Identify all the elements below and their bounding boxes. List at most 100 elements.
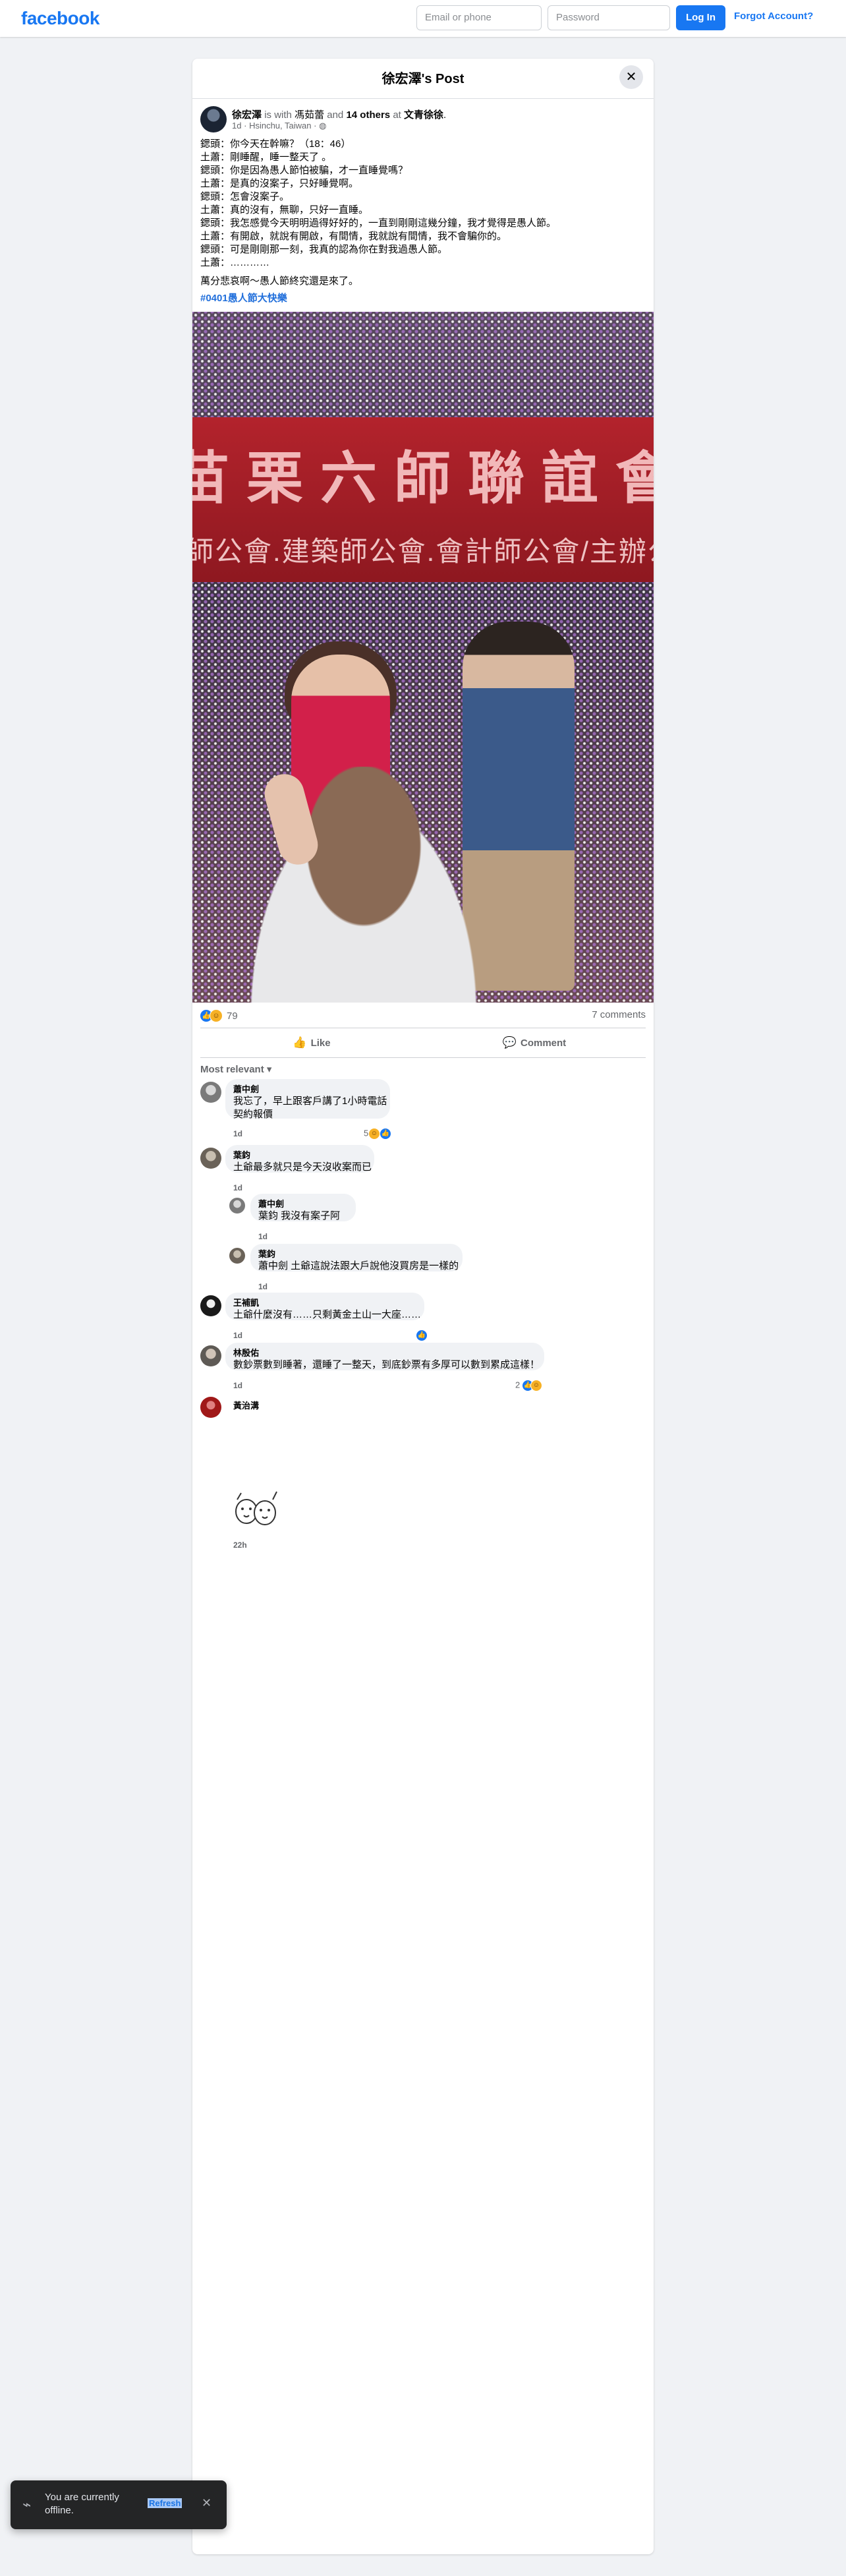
reply-bubble: 蕭中劍 葉鈞 我沒有案子阿	[250, 1194, 356, 1221]
comment-button[interactable]: 💬 Comment	[423, 1028, 646, 1057]
post-line: 鍶頭：你今天在幹嘛？（18：46）	[200, 138, 351, 150]
globe-icon: ◍	[319, 121, 327, 131]
action-bar: 👍 Like 💬 Comment	[200, 1028, 646, 1058]
refresh-button[interactable]: Refresh	[148, 2498, 183, 2508]
photo-banner: 苗栗六師聯誼會 師公會.建築師公會.會計師公會/主辦公會:苗	[192, 417, 654, 582]
comment-text: 我忘了，早上跟客戶講了1小時電話	[233, 1096, 387, 1107]
comment-count[interactable]: 7 comments	[592, 1009, 646, 1020]
comment-reactions[interactable]: 👍	[416, 1330, 427, 1341]
post-line: 鍶頭：你是因為愚人節怕被騙，才一直睡覺嗎？	[200, 165, 409, 176]
comment-text: 數鈔票數到睡著，還睡了一整天，到底鈔票有多厚可以數到累成這樣！	[233, 1359, 540, 1370]
like-reaction-icon: 👍	[416, 1330, 427, 1341]
comment-bubble: 林殷佑 數鈔票數到睡著，還睡了一整天，到底鈔票有多厚可以數到累成這樣！	[225, 1343, 544, 1370]
post-header: 徐宏澤's Post ✕	[192, 59, 654, 99]
post-photo[interactable]: 苗栗六師聯誼會 師公會.建築師公會.會計師公會/主辦公會:苗	[192, 312, 654, 1003]
offline-toast: ⌁ You are currently offline. Refresh ✕	[11, 2480, 227, 2529]
offline-wifi-icon: ⌁	[22, 2496, 32, 2513]
haha-reaction-icon: ☺	[210, 1009, 223, 1022]
chevron-down-icon: ▾	[266, 1064, 272, 1075]
comment-author[interactable]: 葉鈞	[258, 1249, 455, 1260]
post-line: 土蕭：有開啟，就說有開啟，有間情，我就說有間情，我不會騙你的。	[200, 231, 507, 242]
comment-reactions[interactable]: 2 👍 ☺	[515, 1380, 542, 1391]
reaction-count: 79	[227, 1010, 238, 1022]
is-with-text: is with	[264, 109, 292, 121]
comment-reaction-count: 2	[515, 1380, 521, 1390]
comment-text: 契約報價	[233, 1109, 273, 1120]
email-input[interactable]: Email or phone	[416, 5, 542, 30]
comment-time[interactable]: 22h	[233, 1540, 247, 1550]
top-bar: facebook Email or phone Password Log In …	[0, 0, 846, 37]
period-text: .	[443, 109, 447, 121]
others-link[interactable]: 14 others	[346, 109, 390, 121]
like-button[interactable]: 👍 Like	[200, 1028, 423, 1057]
comment-author[interactable]: 蕭中劍	[233, 1084, 382, 1095]
comment-author[interactable]: 蕭中劍	[258, 1199, 348, 1210]
comment-text: 蕭中劍 土爺這說法跟大戶說他沒買房是一樣的	[258, 1260, 459, 1272]
password-input[interactable]: Password	[548, 5, 670, 30]
post-time[interactable]: 1d	[232, 121, 241, 131]
post-line: 鍶頭：可是剛剛那一刻，我真的認為你在對我過愚人節。	[200, 244, 448, 255]
comment-time[interactable]: 1d	[233, 1331, 242, 1340]
meta-dot: ·	[314, 121, 317, 131]
avatar[interactable]	[200, 1082, 221, 1103]
comment-author[interactable]: 王補凱	[233, 1298, 416, 1308]
tagged-person[interactable]: 馮茹蕾	[295, 109, 324, 121]
post-line: 土蕭：真的沒有，無聊，只好一直睡。	[200, 204, 369, 216]
comment-time[interactable]: 1d	[233, 1183, 242, 1192]
comment-bubble: 王補凱 土爺什麼沒有……只剩黃金土山一大座……	[225, 1293, 424, 1320]
comment-author[interactable]: 葉鈞	[233, 1150, 366, 1161]
like-label: Like	[310, 1038, 331, 1049]
avatar[interactable]	[229, 1248, 245, 1264]
offline-message: You are currently offline.	[45, 2492, 119, 2516]
comment-time[interactable]: 1d	[233, 1381, 242, 1390]
sticker-icon[interactable]	[231, 1486, 282, 1533]
comment-text: 葉鈞 我沒有案子阿	[258, 1210, 341, 1221]
comment-bubble: 葉鈞 土爺最多就只是今天沒收案而已	[225, 1145, 374, 1173]
avatar[interactable]	[229, 1198, 245, 1214]
login-button[interactable]: Log In	[676, 5, 725, 30]
sort-label: Most relevant	[200, 1064, 264, 1075]
comment-text: 土爺最多就只是今天沒收案而已	[233, 1161, 372, 1173]
post-card: 徐宏澤's Post ✕ 徐宏澤 is with 馮茹蕾 and 14 othe…	[192, 59, 654, 2554]
author-name[interactable]: 徐宏澤	[232, 109, 262, 121]
place-link[interactable]: 文青徐徐	[404, 109, 443, 121]
avatar[interactable]	[200, 1397, 221, 1418]
meta-dot: ·	[244, 121, 247, 131]
comment-time[interactable]: 1d	[258, 1282, 268, 1291]
post-line	[200, 270, 642, 275]
comment-author[interactable]: 黃治溝	[233, 1401, 259, 1411]
comment-text: 土爺什麼沒有……只剩黃金土山一大座……	[233, 1309, 422, 1320]
forgot-account-link[interactable]: Forgot Account?	[734, 11, 813, 22]
speech-bubble-icon: 💬	[502, 1036, 517, 1049]
comment-time[interactable]: 1d	[233, 1129, 242, 1138]
post-location[interactable]: Hsinchu, Taiwan	[249, 121, 311, 131]
comment-sort-dropdown[interactable]: Most relevant ▾	[200, 1063, 271, 1075]
reply-bubble: 葉鈞 蕭中劍 土爺這說法跟大戶說他沒買房是一樣的	[250, 1244, 463, 1272]
banner-text: 苗栗六師聯誼會	[192, 447, 654, 510]
close-icon[interactable]: ✕	[619, 65, 643, 89]
post-line: 土蕭：剛睡醒，睡一整天了 。	[200, 152, 332, 163]
and-text: and	[327, 109, 344, 121]
comment-author[interactable]: 林殷佑	[233, 1348, 536, 1359]
at-text: at	[393, 109, 401, 121]
post-line: 土蕭：是真的沒案子，只好睡覺啊。	[200, 178, 359, 189]
avatar[interactable]	[200, 1295, 221, 1316]
avatar[interactable]	[200, 1148, 221, 1169]
hashtag-link[interactable]: #0401愚人節大快樂	[200, 291, 287, 305]
avatar[interactable]	[200, 106, 227, 132]
author-line: 徐宏澤 is with 馮茹蕾 and 14 others at 文青徐徐.	[232, 107, 640, 121]
like-reaction-icon: 👍	[380, 1128, 391, 1139]
close-icon[interactable]: ✕	[202, 2496, 212, 2510]
facebook-logo[interactable]: facebook	[21, 8, 99, 29]
avatar[interactable]	[200, 1345, 221, 1366]
post-meta: 1d · Hsinchu, Taiwan · ◍	[232, 121, 326, 131]
banner-subtext: 師公會.建築師公會.會計師公會/主辦公會:苗	[192, 536, 654, 567]
post-title: 徐宏澤's Post	[381, 72, 465, 86]
comment-bubble: 蕭中劍 我忘了，早上跟客戶講了1小時電話 契約報價	[225, 1079, 390, 1120]
post-line: 鍶頭：怎會沒案子。	[200, 191, 290, 202]
post-text: 鍶頭：你今天在幹嘛？（18：46） 土蕭：剛睡醒，睡一整天了 。 鍶頭：你是因為…	[200, 138, 642, 288]
comment-time[interactable]: 1d	[258, 1232, 268, 1241]
post-line: 萬分悲哀啊～愚人節終究還是來了。	[200, 276, 359, 287]
reaction-summary[interactable]: 👍 ☺ 79	[200, 1009, 238, 1022]
comment-reactions[interactable]: 5 ☺ 👍	[364, 1128, 391, 1140]
